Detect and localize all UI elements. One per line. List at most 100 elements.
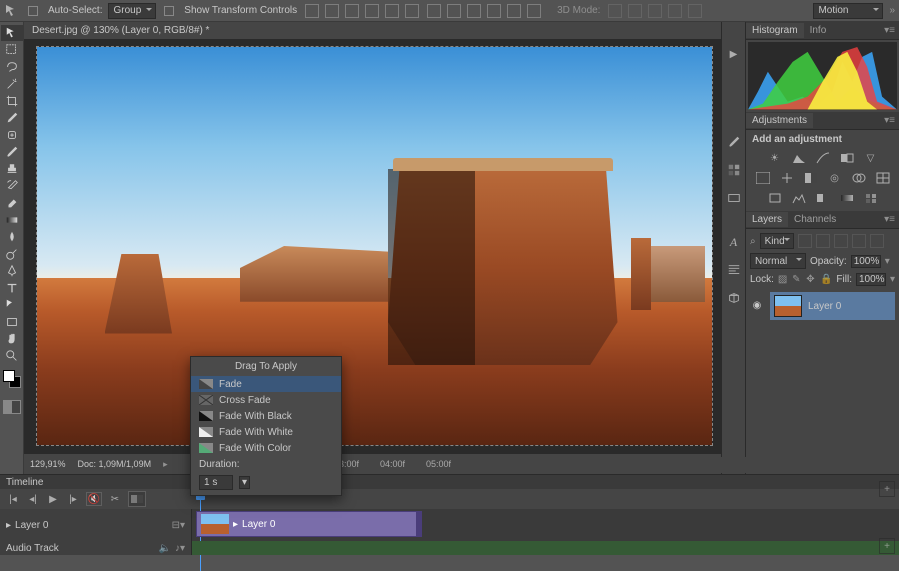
canvas[interactable] — [36, 46, 713, 446]
clip-end-handle[interactable] — [416, 511, 422, 537]
paragraph-panel-icon[interactable] — [724, 260, 744, 280]
show-transform-checkbox[interactable] — [164, 6, 174, 16]
layers-tab[interactable]: Layers — [746, 212, 788, 227]
opacity-arrow-icon[interactable]: ▾ — [885, 256, 890, 267]
zoom-tool[interactable] — [1, 348, 23, 364]
curves-icon[interactable] — [815, 151, 831, 165]
adjustments-menu-icon[interactable]: ▾≡ — [880, 115, 899, 126]
transition-option-crossfade[interactable]: Cross Fade — [191, 392, 341, 408]
filter-pixel-icon[interactable] — [798, 234, 812, 248]
filter-adjust-icon[interactable] — [816, 234, 830, 248]
info-tab[interactable]: Info — [804, 23, 833, 38]
distribute-left-icon[interactable] — [487, 4, 501, 18]
opacity-value[interactable]: 100% — [851, 255, 881, 268]
quick-mask-toggle[interactable] — [3, 400, 21, 414]
type-tool[interactable] — [1, 280, 23, 296]
filter-kind-dropdown[interactable]: Kind — [760, 233, 794, 249]
video-clip[interactable]: ▸ Layer 0 — [196, 511, 422, 537]
channel-mixer-icon[interactable] — [851, 171, 867, 185]
play-panel-icon[interactable]: ▶ — [724, 44, 744, 64]
hue-icon[interactable] — [755, 171, 771, 185]
audio-track-header[interactable]: Audio Track 🔈 ♪▾ — [0, 541, 192, 555]
levels-icon[interactable] — [791, 151, 807, 165]
layers-menu-icon[interactable]: ▾≡ — [880, 214, 899, 225]
workspace-menu-icon[interactable]: » — [889, 5, 895, 16]
add-video-track-button[interactable]: + — [879, 481, 895, 497]
play-button[interactable]: ▶ — [46, 492, 60, 506]
track-expand-icon[interactable]: ▸ — [6, 520, 11, 531]
split-clip-button[interactable]: ✂ — [108, 492, 122, 506]
move-tool[interactable] — [1, 25, 23, 41]
distribute-bottom-icon[interactable] — [467, 4, 481, 18]
align-top-icon[interactable] — [305, 4, 319, 18]
color-balance-icon[interactable] — [779, 171, 795, 185]
distribute-hcenter-icon[interactable] — [507, 4, 521, 18]
fill-arrow-icon[interactable]: ▾ — [890, 274, 895, 285]
photo-filter-icon[interactable]: ◎ — [827, 171, 843, 185]
layer-thumbnail[interactable] — [774, 295, 802, 317]
align-bottom-icon[interactable] — [345, 4, 359, 18]
selective-color-icon[interactable] — [863, 191, 879, 205]
color-swatches[interactable] — [0, 370, 23, 394]
exposure-icon[interactable] — [839, 151, 855, 165]
marquee-tool[interactable] — [1, 42, 23, 58]
vibrance-icon[interactable]: ▽ — [863, 151, 879, 165]
shape-tool[interactable] — [1, 314, 23, 330]
adjustments-tab[interactable]: Adjustments — [746, 113, 813, 128]
channels-tab[interactable]: Channels — [788, 212, 842, 227]
document-tab[interactable]: Desert.jpg @ 130% (Layer 0, RGB/8#) * — [24, 22, 721, 40]
lasso-tool[interactable] — [1, 59, 23, 75]
distribute-top-icon[interactable] — [427, 4, 441, 18]
bw-icon[interactable] — [803, 171, 819, 185]
align-left-icon[interactable] — [365, 4, 379, 18]
healing-tool[interactable] — [1, 127, 23, 143]
auto-select-group[interactable]: Auto-Select: Group — [28, 3, 156, 19]
first-frame-button[interactable]: |◂ — [6, 492, 20, 506]
distribute-right-icon[interactable] — [527, 4, 541, 18]
show-transform-group[interactable]: Show Transform Controls — [164, 5, 297, 16]
blur-tool[interactable] — [1, 229, 23, 245]
workspace-dropdown[interactable]: Motion — [813, 3, 883, 19]
layer-visibility-icon[interactable]: ◉ — [750, 300, 764, 311]
fg-swatch[interactable] — [3, 370, 15, 382]
filter-shape-icon[interactable] — [852, 234, 866, 248]
brush-tool[interactable] — [1, 144, 23, 160]
add-audio-track-button[interactable]: + — [879, 538, 895, 554]
pen-tool[interactable] — [1, 263, 23, 279]
align-vcenter-icon[interactable] — [325, 4, 339, 18]
stamp-tool[interactable] — [1, 161, 23, 177]
transition-option-fade[interactable]: Fade — [191, 376, 341, 392]
lock-paint-icon[interactable]: ✎ — [792, 274, 802, 286]
dodge-tool[interactable] — [1, 246, 23, 262]
swatches-panel-icon[interactable] — [724, 160, 744, 180]
styles-panel-icon[interactable] — [724, 188, 744, 208]
history-brush-tool[interactable] — [1, 178, 23, 194]
audio-mute-icon[interactable]: 🔈 — [159, 543, 171, 554]
character-panel-icon[interactable]: A — [724, 232, 744, 252]
duration-input[interactable]: 1 s — [199, 475, 233, 490]
gradient-map-icon[interactable] — [839, 191, 855, 205]
timeline-tab[interactable]: Timeline — [0, 475, 899, 489]
align-right-icon[interactable] — [405, 4, 419, 18]
eyedropper-tool[interactable] — [1, 110, 23, 126]
next-frame-button[interactable]: |▸ — [66, 492, 80, 506]
duration-arrow-icon[interactable]: ▾ — [239, 476, 250, 489]
blend-mode-dropdown[interactable]: Normal — [750, 253, 806, 269]
transition-option-fadewhite[interactable]: Fade With White — [191, 424, 341, 440]
prev-frame-button[interactable]: ◂| — [26, 492, 40, 506]
zoom-value[interactable]: 129,91% — [30, 459, 66, 469]
align-hcenter-icon[interactable] — [385, 4, 399, 18]
brush-panel-icon[interactable] — [724, 132, 744, 152]
threshold-icon[interactable] — [815, 191, 831, 205]
mute-button[interactable]: 🔇 — [86, 492, 102, 506]
color-lookup-icon[interactable] — [875, 171, 891, 185]
audio-track-lane[interactable] — [192, 541, 899, 555]
timeline-track-lane[interactable]: ▸ Layer 0 — [192, 509, 899, 541]
track-options-icon[interactable]: ⊟▾ — [172, 520, 185, 531]
transition-option-fadeblack[interactable]: Fade With Black — [191, 408, 341, 424]
lock-transparency-icon[interactable]: ▨ — [778, 274, 788, 286]
lock-all-icon[interactable]: 🔒 — [820, 274, 832, 286]
histogram-menu-icon[interactable]: ▾≡ — [880, 25, 899, 36]
audio-options-icon[interactable]: ♪▾ — [175, 543, 185, 554]
filter-smart-icon[interactable] — [870, 234, 884, 248]
